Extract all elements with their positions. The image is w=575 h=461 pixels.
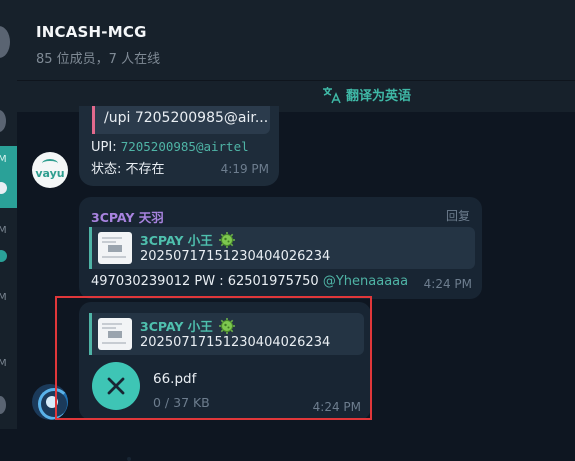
chat-header[interactable]: INCASH-MCG 85 位成员，7 人在线 [17,0,575,80]
highlight-box [55,296,372,420]
chat-list-letter: M [0,292,7,303]
chat-list-letter: M [0,225,7,236]
chat-list-badge [0,250,7,262]
quote-text: 20250717151230404026234 [140,249,331,264]
chat-member-count: 85 位成员，7 人在线 [36,52,161,67]
quote-text: /upi 7205200985@air... [104,110,269,126]
message-body: 497030239012 PW : 62501975750 [91,274,323,289]
chat-list-avatar[interactable] [0,110,6,132]
quote-thumbnail [98,232,132,264]
quote-sender-name: 3CPAY 小王 [140,230,236,249]
progress-dot [127,457,131,461]
chat-list-avatar[interactable] [0,26,10,58]
message-bubble[interactable]: 3CPAY 天羽 回复 3CPAY 小王 2025071715123040402… [79,197,482,299]
chat-list-avatar[interactable] [0,396,6,414]
avatar-label: vayu [35,166,65,180]
reply-quote[interactable]: /upi 7205200985@air... [92,106,270,134]
chat-title[interactable]: INCASH-MCG [36,23,147,41]
status-line: 状态: 不存在 [91,162,165,177]
message-time: 4:19 PM [220,162,269,176]
message-bubble[interactable]: /upi 7205200985@air... UPI: 7205200985@a… [79,106,279,186]
upi-label: UPI: [91,140,121,155]
upi-line: UPI: 7205200985@airtel [91,139,249,155]
sender-name[interactable]: 3CPAY 天羽 [91,207,164,226]
virus-emoji-icon [218,231,235,248]
translate-label: 翻译为英语 [346,89,412,104]
chat-list-letter: M [0,154,7,165]
mention-link[interactable]: @Yhenaaaaa [323,274,408,289]
quote-sender-label: 3CPAY 小王 [140,233,213,248]
vayu-logo-swoosh [42,159,58,168]
reply-label: 回复 [445,209,470,223]
avatar[interactable]: vayu [32,152,68,188]
chat-list-letter: M [0,358,7,369]
translate-icon [323,86,341,103]
upi-link[interactable]: 7205200985@airtel [121,139,249,154]
message-text: 497030239012 PW : 62501975750 @Yhenaaaaa [91,274,408,289]
message-time: 4:24 PM [423,277,472,291]
chat-list-strip[interactable]: M M M M [0,0,17,429]
reply-quote[interactable]: 3CPAY 小王 20250717151230404026234 [89,227,475,269]
translate-button[interactable]: 翻译为英语 [322,85,411,104]
